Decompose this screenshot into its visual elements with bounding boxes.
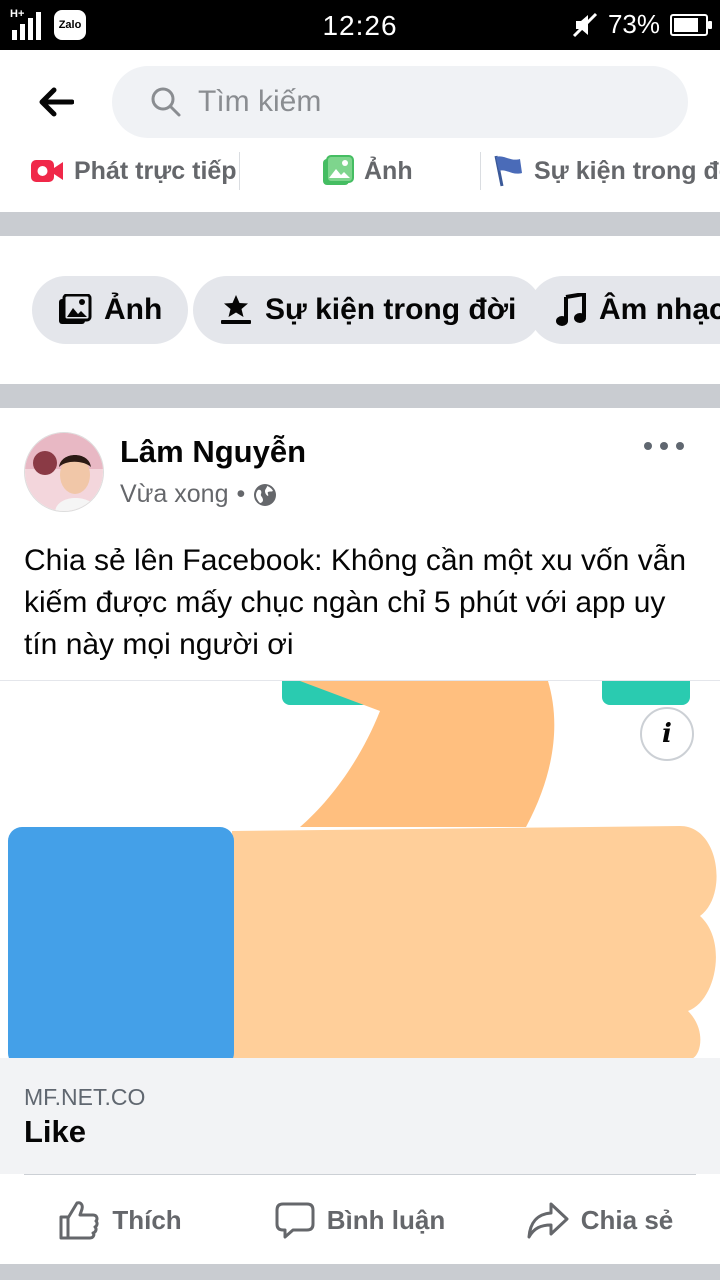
battery-icon: [670, 13, 712, 36]
photo-icon: [323, 155, 354, 185]
more-dot-icon: [660, 442, 668, 450]
live-video-label: Phát trực tiếp: [74, 156, 237, 185]
composer-actions: Phát trực tiếp Ảnh Sự kiện trong đời: [0, 152, 720, 212]
info-icon: i: [662, 719, 672, 749]
link-card[interactable]: MF.NET.CO Like: [0, 1058, 720, 1174]
photo-button[interactable]: Ảnh: [322, 152, 413, 190]
photo-icon: [59, 294, 92, 324]
comment-icon: [275, 1202, 315, 1239]
star-podium-icon: [221, 295, 251, 324]
post-type-chips: Ảnh Sự kiện trong đời Âm nhạc: [0, 236, 720, 384]
music-note-icon: [556, 293, 586, 326]
chip-life-event[interactable]: Sự kiện trong đời: [193, 276, 543, 344]
avatar-photo: [25, 433, 103, 511]
chip-music-label: Âm nhạc: [599, 293, 720, 326]
share-button[interactable]: Chia sẻ: [480, 1176, 720, 1264]
battery-percent: 73%: [607, 9, 660, 39]
chip-music[interactable]: Âm nhạc: [529, 276, 720, 344]
link-domain: MF.NET.CO: [24, 1084, 146, 1110]
search-icon: [151, 87, 181, 117]
divider: [24, 1174, 696, 1175]
live-video-icon: [31, 160, 63, 182]
search-placeholder: Tìm kiếm: [198, 85, 322, 118]
comment-button[interactable]: Bình luận: [240, 1176, 480, 1264]
meta-dot: •: [236, 480, 246, 508]
post-options-button[interactable]: [644, 436, 684, 456]
mute-icon: [572, 12, 598, 37]
live-video-button[interactable]: Phát trực tiếp: [30, 152, 237, 190]
section-divider: [0, 1264, 720, 1280]
thumbs-up-illustration: [8, 681, 717, 1058]
info-button[interactable]: i: [640, 707, 694, 761]
more-dot-icon: [676, 442, 684, 450]
share-label: Chia sẻ: [580, 1204, 674, 1235]
feed-post: Lâm Nguyễn Vừa xong • Chia sẻ lên Facebo…: [0, 408, 720, 1264]
back-arrow-icon: [39, 87, 74, 117]
thumbs-up-icon: [59, 1201, 99, 1240]
section-divider: [0, 384, 720, 408]
search-header: Tìm kiếm: [0, 50, 720, 154]
like-label: Thích: [112, 1204, 182, 1235]
post-actions: Thích Bình luận Chia sẻ: [0, 1176, 720, 1264]
like-button[interactable]: Thích: [0, 1176, 240, 1264]
more-dot-icon: [644, 442, 652, 450]
life-event-label: Sự kiện trong đời: [534, 156, 720, 185]
globe-icon: [254, 483, 277, 506]
search-input[interactable]: Tìm kiếm: [112, 66, 688, 138]
chip-life-event-label: Sự kiện trong đời: [265, 293, 517, 326]
chip-photo[interactable]: Ảnh: [32, 276, 189, 344]
share-icon: [527, 1202, 569, 1239]
post-author[interactable]: Lâm Nguyễn: [120, 434, 306, 470]
avatar[interactable]: [24, 432, 104, 512]
divider: [480, 152, 481, 190]
photo-label: Ảnh: [364, 156, 413, 185]
post-time[interactable]: Vừa xong: [120, 480, 228, 509]
section-divider: [0, 212, 720, 236]
link-preview-image[interactable]: i: [0, 680, 720, 1058]
post-text: Chia sẻ lên Facebook: Không cần một xu v…: [24, 544, 687, 661]
back-button[interactable]: [30, 78, 82, 126]
post-meta: Vừa xong •: [120, 480, 277, 509]
status-bar: H+ Zalo 12:26 73%: [0, 0, 720, 50]
life-event-button[interactable]: Sự kiện trong đời: [492, 152, 720, 190]
link-title: Like: [24, 1114, 87, 1149]
divider: [239, 152, 240, 190]
chip-photo-label: Ảnh: [104, 293, 163, 326]
comment-label: Bình luận: [326, 1204, 446, 1235]
flag-icon: [494, 155, 522, 187]
